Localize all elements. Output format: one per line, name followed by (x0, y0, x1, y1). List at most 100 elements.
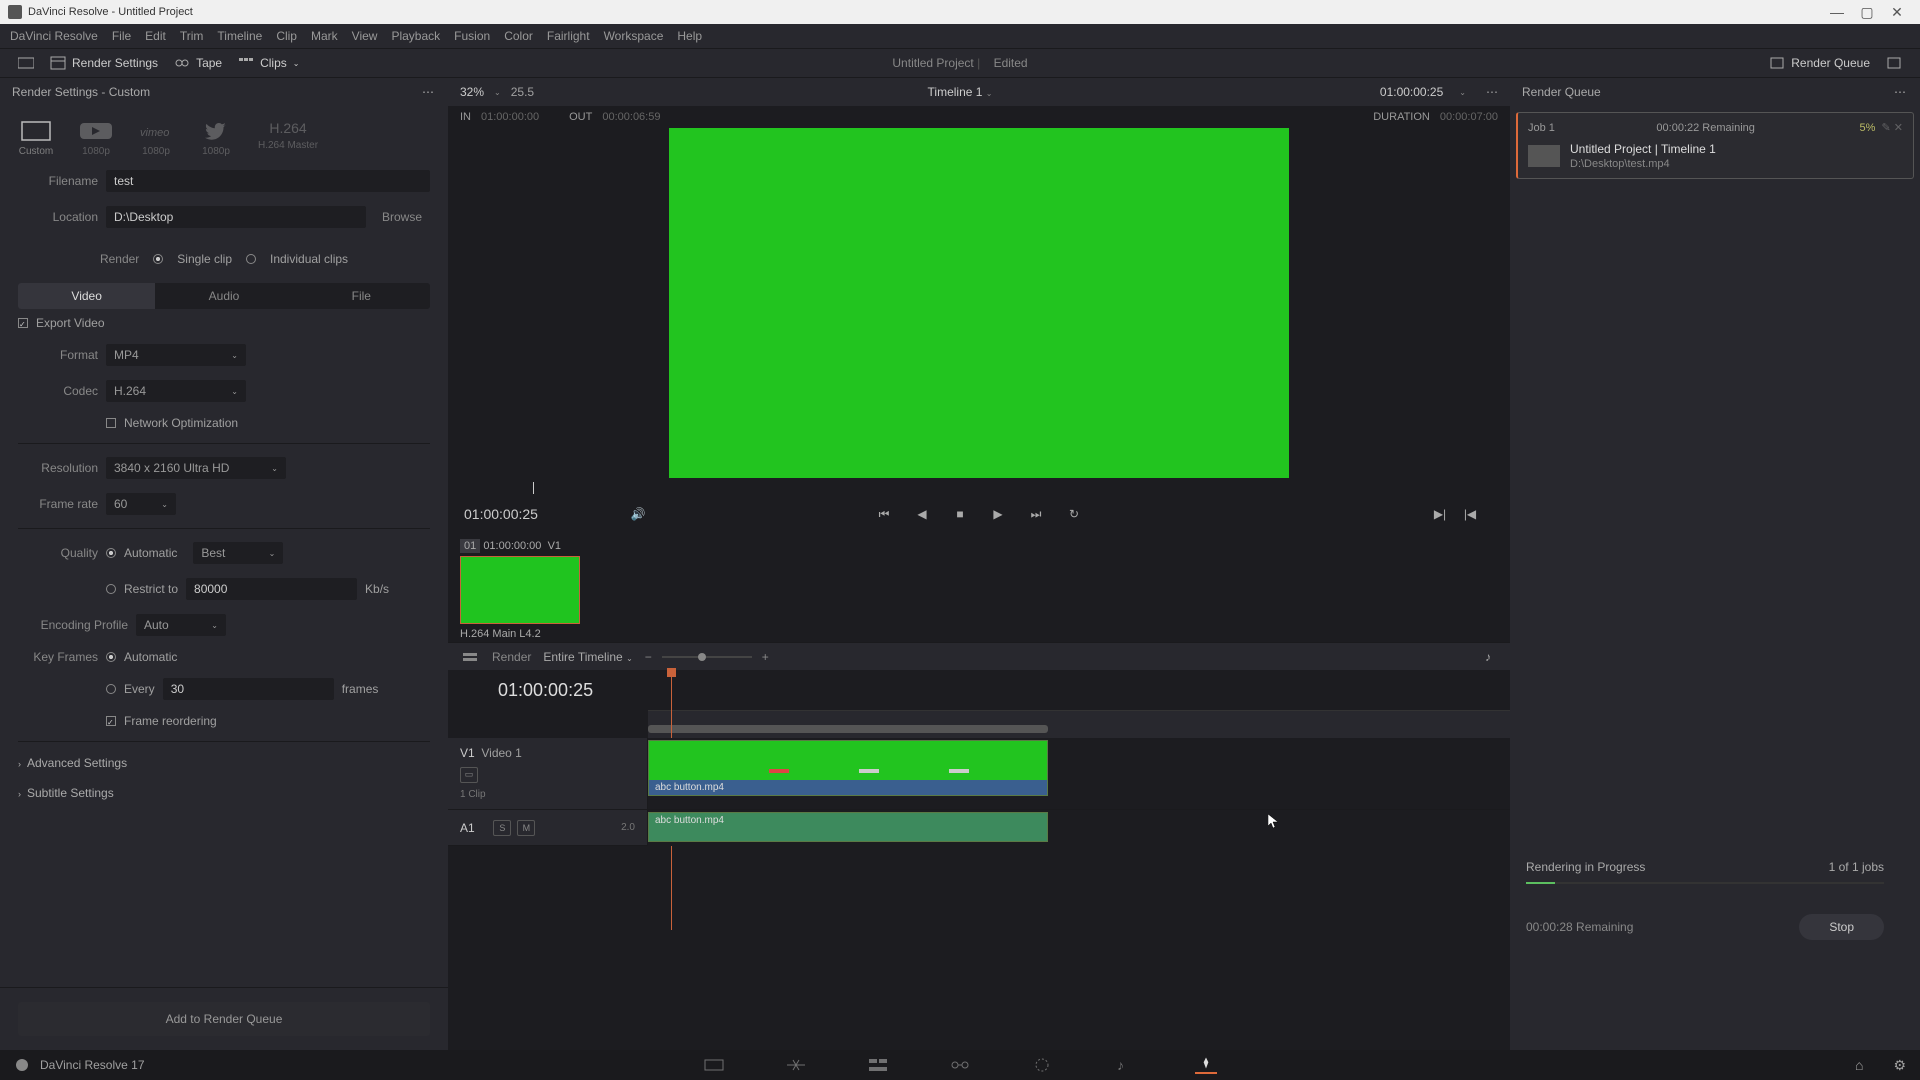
advanced-settings-toggle[interactable]: ›Advanced Settings (0, 748, 448, 778)
browse-button[interactable]: Browse (374, 210, 430, 224)
job-edit-icon[interactable]: ✎ (1881, 121, 1890, 134)
encoding-select[interactable]: Auto⌄ (136, 614, 226, 636)
page-cut[interactable] (785, 1056, 807, 1074)
timeline-view-icon[interactable] (460, 647, 480, 667)
menu-mark[interactable]: Mark (311, 29, 338, 43)
preset-twitter[interactable]: 1080p (198, 120, 234, 157)
format-select[interactable]: MP4⌄ (106, 344, 246, 366)
go-start-button[interactable]: |◀ (1460, 504, 1480, 524)
viewer-menu-icon[interactable]: ⋯ (1486, 85, 1498, 99)
track-header-a1[interactable]: A1 S M 2.0 (448, 810, 647, 846)
settings-icon[interactable]: ⚙ (1893, 1057, 1906, 1074)
render-job[interactable]: Job 100:00:22 Remaining 5% ✎ ✕ Untitled … (1516, 112, 1914, 179)
quality-best-select[interactable]: Best⌄ (193, 542, 283, 564)
render-settings-toggle[interactable]: Render Settings (42, 56, 166, 70)
home-icon[interactable]: ⌂ (1855, 1057, 1863, 1073)
network-opt-check[interactable] (106, 418, 116, 428)
page-color[interactable] (1031, 1056, 1053, 1074)
restrict-input[interactable] (186, 578, 357, 600)
menu-color[interactable]: Color (504, 29, 533, 43)
zoom-in-button[interactable]: + (762, 650, 769, 664)
keyframes-input[interactable] (163, 678, 334, 700)
menu-file[interactable]: File (112, 29, 131, 43)
menu-view[interactable]: View (352, 29, 378, 43)
queue-menu-icon[interactable]: ⋯ (1894, 85, 1908, 99)
menu-timeline[interactable]: Timeline (217, 29, 262, 43)
tab-video[interactable]: Video (18, 283, 155, 309)
job-close-icon[interactable]: ✕ (1894, 121, 1903, 134)
clip-thumbnail[interactable] (460, 556, 580, 624)
individual-clips-radio[interactable] (246, 254, 256, 264)
minimize-button[interactable]: — (1822, 4, 1852, 20)
menu-edit[interactable]: Edit (145, 29, 166, 43)
panel-menu-icon[interactable]: ⋯ (422, 85, 436, 99)
page-media[interactable] (703, 1056, 725, 1074)
prev-frame-button[interactable]: ◀ (912, 504, 932, 524)
preset-h264[interactable]: H.264H.264 Master (258, 120, 318, 157)
clips-toggle[interactable]: Clips ⌄ (230, 56, 307, 70)
menu-fusion[interactable]: Fusion (454, 29, 490, 43)
viewer-scrubber[interactable] (460, 478, 1498, 496)
deliver-icon[interactable] (10, 56, 42, 70)
zoom-slider[interactable] (662, 656, 752, 658)
audio-clip[interactable]: abc button.mp4 (648, 812, 1048, 842)
menu-workspace[interactable]: Workspace (604, 29, 664, 43)
tab-audio[interactable]: Audio (155, 283, 292, 309)
tab-file[interactable]: File (293, 283, 430, 309)
stop-button[interactable]: ■ (950, 504, 970, 524)
first-frame-button[interactable]: ⏮ (874, 504, 894, 524)
codec-select[interactable]: H.264⌄ (106, 380, 246, 402)
quality-auto-radio[interactable] (106, 548, 116, 558)
tape-toggle[interactable]: Tape (166, 56, 230, 70)
maximize-button[interactable]: ▢ (1852, 4, 1882, 21)
preset-custom[interactable]: Custom (18, 120, 54, 157)
preset-youtube[interactable]: 1080p (78, 120, 114, 157)
solo-button[interactable]: S (493, 820, 511, 836)
loop-button[interactable]: ↻ (1064, 504, 1084, 524)
menu-fairlight[interactable]: Fairlight (547, 29, 590, 43)
track-view-icon[interactable]: ▭ (460, 767, 478, 783)
menu-clip[interactable]: Clip (276, 29, 297, 43)
mute-button[interactable]: M (517, 820, 535, 836)
resolution-select[interactable]: 3840 x 2160 Ultra HD⌄ (106, 457, 286, 479)
preset-vimeo[interactable]: vimeo1080p (138, 120, 174, 157)
volume-icon[interactable]: 🔊 (628, 504, 648, 524)
go-end-button[interactable]: ▶| (1430, 504, 1450, 524)
page-edit[interactable] (867, 1056, 889, 1074)
render-queue-panel: Render Queue⋯ Job 100:00:22 Remaining 5%… (1510, 78, 1920, 1050)
keyframes-auto-radio[interactable] (106, 652, 116, 662)
quality-restrict-radio[interactable] (106, 584, 116, 594)
location-input[interactable] (106, 206, 366, 228)
menu-playback[interactable]: Playback (391, 29, 440, 43)
single-clip-radio[interactable] (153, 254, 163, 264)
menu-help[interactable]: Help (677, 29, 702, 43)
close-button[interactable]: ✕ (1882, 4, 1912, 21)
subtitle-settings-toggle[interactable]: ›Subtitle Settings (0, 778, 448, 808)
home-small-icon (14, 1057, 30, 1073)
render-scope-select[interactable]: Entire Timeline ⌄ (543, 650, 632, 664)
export-video-check[interactable] (18, 318, 28, 328)
menu-davinci[interactable]: DaVinci Resolve (10, 29, 98, 43)
page-fairlight[interactable]: ♪ (1113, 1056, 1135, 1074)
timeline-ruler[interactable] (648, 710, 1510, 738)
play-button[interactable]: ▶ (988, 504, 1008, 524)
add-to-queue-button[interactable]: Add to Render Queue (18, 1002, 430, 1036)
video-clip[interactable]: abc button.mp4 (648, 740, 1048, 796)
filename-input[interactable] (106, 170, 430, 192)
track-header-v1[interactable]: V1 Video 1 ▭ 1 Clip (448, 738, 647, 810)
menu-trim[interactable]: Trim (180, 29, 204, 43)
frame-reorder-check[interactable] (106, 716, 116, 726)
viewer-frame[interactable] (448, 128, 1510, 478)
page-deliver[interactable] (1195, 1056, 1217, 1074)
render-queue-toggle[interactable]: Render Queue (1761, 56, 1878, 70)
zoom-out-button[interactable]: − (645, 650, 652, 664)
framerate-select[interactable]: 60⌄ (106, 493, 176, 515)
page-fusion[interactable] (949, 1056, 971, 1074)
stop-render-button[interactable]: Stop (1799, 914, 1884, 940)
audio-meters-icon[interactable]: ♪ (1478, 647, 1498, 667)
transport-timecode: 01:00:00:25 (464, 506, 538, 522)
zoom-display[interactable]: 32% (460, 85, 484, 99)
next-frame-button[interactable]: ⏭ (1026, 504, 1046, 524)
keyframes-every-radio[interactable] (106, 684, 116, 694)
expand-icon[interactable] (1878, 56, 1910, 70)
